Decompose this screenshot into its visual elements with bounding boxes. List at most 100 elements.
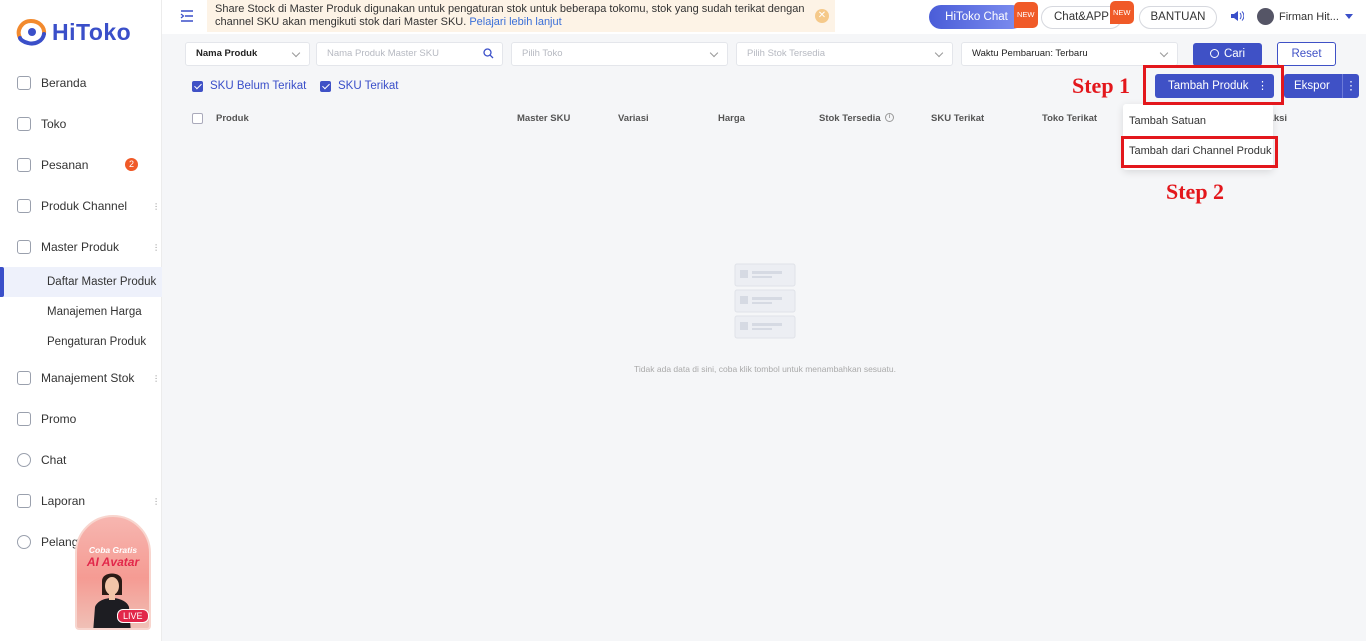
sidebar-subitem-manajemen-harga[interactable]: Manajemen Harga xyxy=(0,297,162,327)
dropdown-item-add-single[interactable]: Tambah Satuan xyxy=(1129,115,1206,127)
column-header-master-sku: Master SKU xyxy=(517,113,571,124)
sidebar: HiToko Beranda Toko Pesanan 2 Produk Cha… xyxy=(0,0,162,641)
more-icon: ··· xyxy=(150,201,162,210)
sort-select[interactable]: Waktu Pembaruan: Terbaru xyxy=(961,42,1178,66)
speaker-icon[interactable] xyxy=(1230,10,1244,22)
promo-subtitle: AI Avatar xyxy=(86,555,140,569)
sidebar-subitem-pengaturan-produk[interactable]: Pengaturan Produk xyxy=(0,327,162,357)
store-icon xyxy=(17,116,31,131)
chat-icon xyxy=(17,452,31,467)
sidebar-item-promo[interactable]: Promo xyxy=(0,398,162,439)
chat-app-button[interactable]: Chat&APP NEW xyxy=(1041,1,1134,29)
column-header-available-stock: Stok Tersedia xyxy=(819,113,881,124)
stock-icon xyxy=(17,370,31,385)
search-placeholder: Nama Produk Master SKU xyxy=(327,48,439,59)
column-header-bound-store: Toko Terikat xyxy=(1042,113,1098,124)
sort-value: Waktu Pembaruan: Terbaru xyxy=(972,48,1088,59)
sidebar-subitem-daftar-master-produk[interactable]: Daftar Master Produk xyxy=(0,267,162,297)
order-icon xyxy=(17,157,31,172)
unbound-sku-checkbox[interactable]: SKU Belum Terikat xyxy=(192,80,306,92)
bound-sku-label: SKU Terikat xyxy=(338,80,399,92)
cube-icon xyxy=(17,239,31,254)
search-icon xyxy=(1209,49,1219,58)
checkbox-checked-icon xyxy=(192,80,203,92)
search-icon[interactable] xyxy=(483,48,494,59)
sidebar-item-label: Promo xyxy=(41,411,77,426)
menu-toggle-icon[interactable] xyxy=(180,9,194,23)
stock-placeholder: Pilih Stok Tersedia xyxy=(747,48,825,59)
stock-select[interactable]: Pilih Stok Tersedia xyxy=(736,42,953,66)
empty-list-icon xyxy=(734,263,796,339)
close-icon[interactable]: ✕ xyxy=(815,9,829,23)
user-menu[interactable]: Firman Hit... xyxy=(1257,8,1353,25)
sidebar-item-label: Pesanan xyxy=(41,157,89,172)
sidebar-item-pesanan[interactable]: Pesanan 2 xyxy=(0,144,162,185)
sidebar-item-label: Chat xyxy=(41,452,67,467)
logo-text: HiToko xyxy=(52,18,132,45)
help-button[interactable]: BANTUAN xyxy=(1139,6,1217,29)
info-icon[interactable]: i xyxy=(885,113,894,122)
select-all-checkbox[interactable] xyxy=(192,113,203,124)
logo-icon xyxy=(16,18,47,46)
field-type-select[interactable]: Nama Produk xyxy=(185,42,310,66)
sidebar-item-master-produk[interactable]: Master Produk ··· xyxy=(0,226,162,267)
new-badge: NEW xyxy=(1014,2,1038,28)
chevron-down-icon xyxy=(291,48,301,58)
monitor-icon xyxy=(17,75,31,90)
step1-label: Step 1 xyxy=(1072,73,1131,98)
search-input[interactable]: Nama Produk Master SKU xyxy=(316,42,503,66)
column-header-bound-sku: SKU Terikat xyxy=(931,113,985,124)
more-icon: ··· xyxy=(150,373,162,382)
share-stock-notice: Share Stock di Master Produk digunakan u… xyxy=(207,0,835,32)
store-placeholder: Pilih Toko xyxy=(522,48,563,59)
new-badge: NEW xyxy=(1110,1,1134,24)
promo-icon xyxy=(17,411,31,426)
export-button[interactable]: Ekspor ⋮ xyxy=(1284,74,1359,98)
more-icon: ··· xyxy=(150,242,162,251)
sidebar-item-produk-channel[interactable]: Produk Channel ··· xyxy=(0,185,162,226)
sidebar-item-label: Beranda xyxy=(41,75,87,90)
sidebar-item-beranda[interactable]: Beranda xyxy=(0,62,162,103)
bound-sku-checkbox[interactable]: SKU Terikat xyxy=(320,80,399,92)
chevron-down-icon xyxy=(1159,48,1169,58)
chevron-down-icon xyxy=(709,48,719,58)
hitoko-logo[interactable]: HiToko xyxy=(14,18,131,46)
hitoko-chat-button[interactable]: HiToko Chat NEW xyxy=(929,2,1038,29)
grid-icon xyxy=(17,198,31,213)
column-header-product: Produk xyxy=(216,113,249,124)
avatar xyxy=(1257,8,1274,25)
chevron-down-icon xyxy=(934,48,944,58)
unbound-sku-label: SKU Belum Terikat xyxy=(210,80,307,92)
report-icon xyxy=(17,493,31,508)
store-select[interactable]: Pilih Toko xyxy=(511,42,728,66)
sidebar-item-manajement-stok[interactable]: Manajement Stok ··· xyxy=(0,357,162,398)
search-button[interactable]: Cari xyxy=(1193,43,1262,66)
user-name: Firman Hit... xyxy=(1279,10,1339,23)
sidebar-item-label: Laporan xyxy=(41,493,86,508)
column-header-price: Harga xyxy=(718,113,745,124)
sidebar-item-label: Toko xyxy=(41,116,67,131)
sidebar-item-label: Produk Channel xyxy=(41,198,128,213)
reset-button[interactable]: Reset xyxy=(1277,42,1336,66)
more-icon[interactable]: ⋮ xyxy=(1342,74,1359,98)
step2-label: Step 2 xyxy=(1166,179,1225,204)
sidebar-item-label: Master Produk xyxy=(41,239,120,254)
empty-state-text: Tidak ada data di sini, coba klik tombol… xyxy=(634,364,896,374)
sidebar-nav: Beranda Toko Pesanan 2 Produk Channel ··… xyxy=(0,62,162,562)
promo-title: Coba Gratis xyxy=(88,545,138,555)
step1-highlight-box xyxy=(1143,65,1284,105)
sidebar-item-toko[interactable]: Toko xyxy=(0,103,162,144)
hitoko-chat-label: HiToko Chat xyxy=(945,11,1008,23)
learn-more-link[interactable]: Pelajari lebih lanjut xyxy=(469,16,561,28)
chevron-down-icon xyxy=(1344,14,1353,19)
customers-icon xyxy=(17,534,31,549)
live-badge: LIVE xyxy=(117,609,149,623)
more-icon: ··· xyxy=(150,496,162,505)
sidebar-item-label: Manajement Stok xyxy=(41,370,135,385)
sidebar-item-laporan[interactable]: Laporan ··· xyxy=(0,480,162,521)
step2-highlight-box xyxy=(1121,136,1278,168)
ai-avatar-promo[interactable]: Coba Gratis AI Avatar LIVE xyxy=(75,515,151,630)
sidebar-item-chat[interactable]: Chat xyxy=(0,439,162,480)
checkbox-checked-icon xyxy=(320,80,331,92)
search-button-label: Cari xyxy=(1223,48,1246,60)
